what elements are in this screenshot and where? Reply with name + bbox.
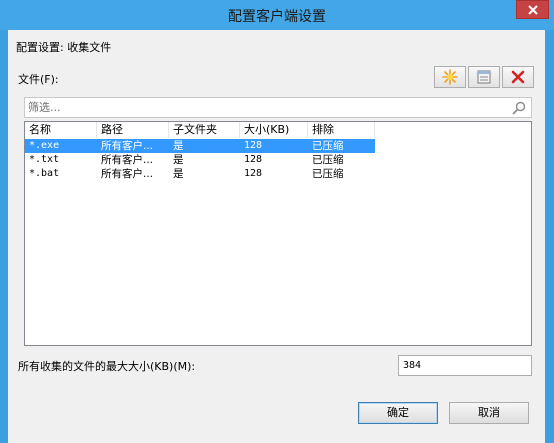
filter-input[interactable] [28,100,498,115]
new-file-button[interactable] [434,66,466,88]
cell-exclude: 已压缩 [312,154,344,166]
star-burst-icon [442,69,458,85]
column-header-size[interactable]: 大小(KB) [240,122,308,138]
config-setting-label: 配置设置: 收集文件 [16,41,112,54]
close-button[interactable] [516,0,549,19]
cell-subfolders: 是 [173,140,184,152]
search-icon[interactable] [511,100,527,116]
cell-exclude: 已压缩 [312,140,344,152]
filter-box [24,97,532,118]
list-item[interactable]: *.exe 所有客户... 是 128 已压缩 [25,139,375,153]
column-header-name[interactable]: 名称 [25,122,97,138]
title-bar[interactable]: 配置客户端设置 [0,0,554,30]
max-size-label: 所有收集的文件的最大大小(KB)(M): [18,360,196,373]
list-item[interactable]: *.txt 所有客户... 是 128 已压缩 [25,153,375,167]
list-header: 名称 路径 子文件夹 大小(KB) 排除 [25,122,531,138]
column-header-exclude[interactable]: 排除 [308,122,375,138]
cell-name: *.exe [29,140,60,151]
ok-button[interactable]: 确定 [358,402,438,424]
cell-subfolders: 是 [173,168,184,180]
cell-size: 128 [244,154,263,165]
edit-file-button[interactable] [468,66,500,88]
delete-file-button[interactable] [502,66,534,88]
cell-size: 128 [244,140,263,151]
dialog-window: 配置客户端设置 配置设置: 收集文件 文件(F): 筛选... 名称 路径 子文… [0,0,554,443]
cell-size: 128 [244,168,263,179]
window-title: 配置客户端设置 [228,9,326,25]
cell-subfolders: 是 [173,154,184,166]
column-header-subfolders[interactable]: 子文件夹 [169,122,240,138]
list-item[interactable]: *.bat 所有客户... 是 128 已压缩 [25,167,375,181]
files-label: 文件(F): [18,73,59,86]
cell-path: 所有客户... [101,154,154,166]
properties-icon [477,70,491,84]
red-x-icon [511,70,525,84]
close-icon [527,4,538,15]
cell-name: *.txt [29,154,60,165]
file-list[interactable]: 名称 路径 子文件夹 大小(KB) 排除 *.exe 所有客户... 是 128… [24,121,532,346]
max-size-field[interactable]: 384 [398,355,532,376]
dialog-body: 配置设置: 收集文件 文件(F): 筛选... 名称 路径 子文件夹 大小(KB… [8,30,545,443]
cell-exclude: 已压缩 [312,168,344,180]
cancel-button[interactable]: 取消 [449,402,529,424]
column-header-path[interactable]: 路径 [97,122,169,138]
cell-path: 所有客户... [101,140,154,152]
cell-name: *.bat [29,168,60,179]
cell-path: 所有客户... [101,168,154,180]
